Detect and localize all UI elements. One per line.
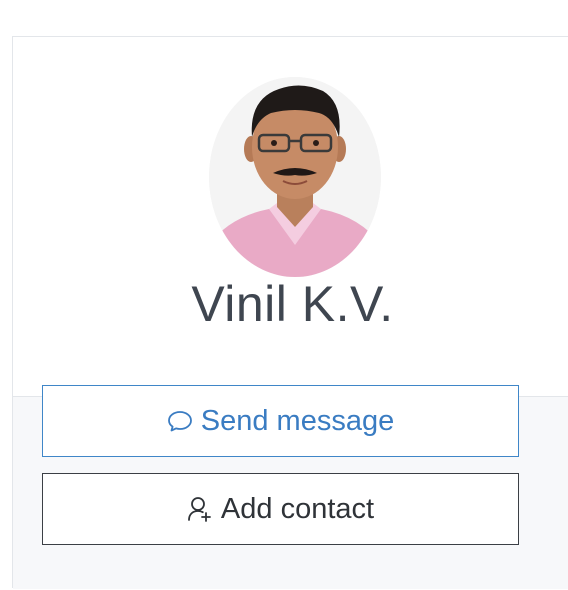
profile-name: Vinil K.V. [191, 276, 394, 332]
add-contact-button[interactable]: Add contact [42, 473, 519, 545]
profile-header: Vinil K.V. [13, 37, 568, 396]
chat-bubble-icon [167, 409, 193, 433]
add-user-icon [187, 495, 213, 523]
add-contact-label: Add contact [220, 492, 375, 525]
send-message-label: Send message [200, 404, 395, 437]
avatar [209, 77, 381, 277]
avatar-photo [209, 77, 381, 277]
send-message-button[interactable]: Send message [42, 385, 519, 457]
